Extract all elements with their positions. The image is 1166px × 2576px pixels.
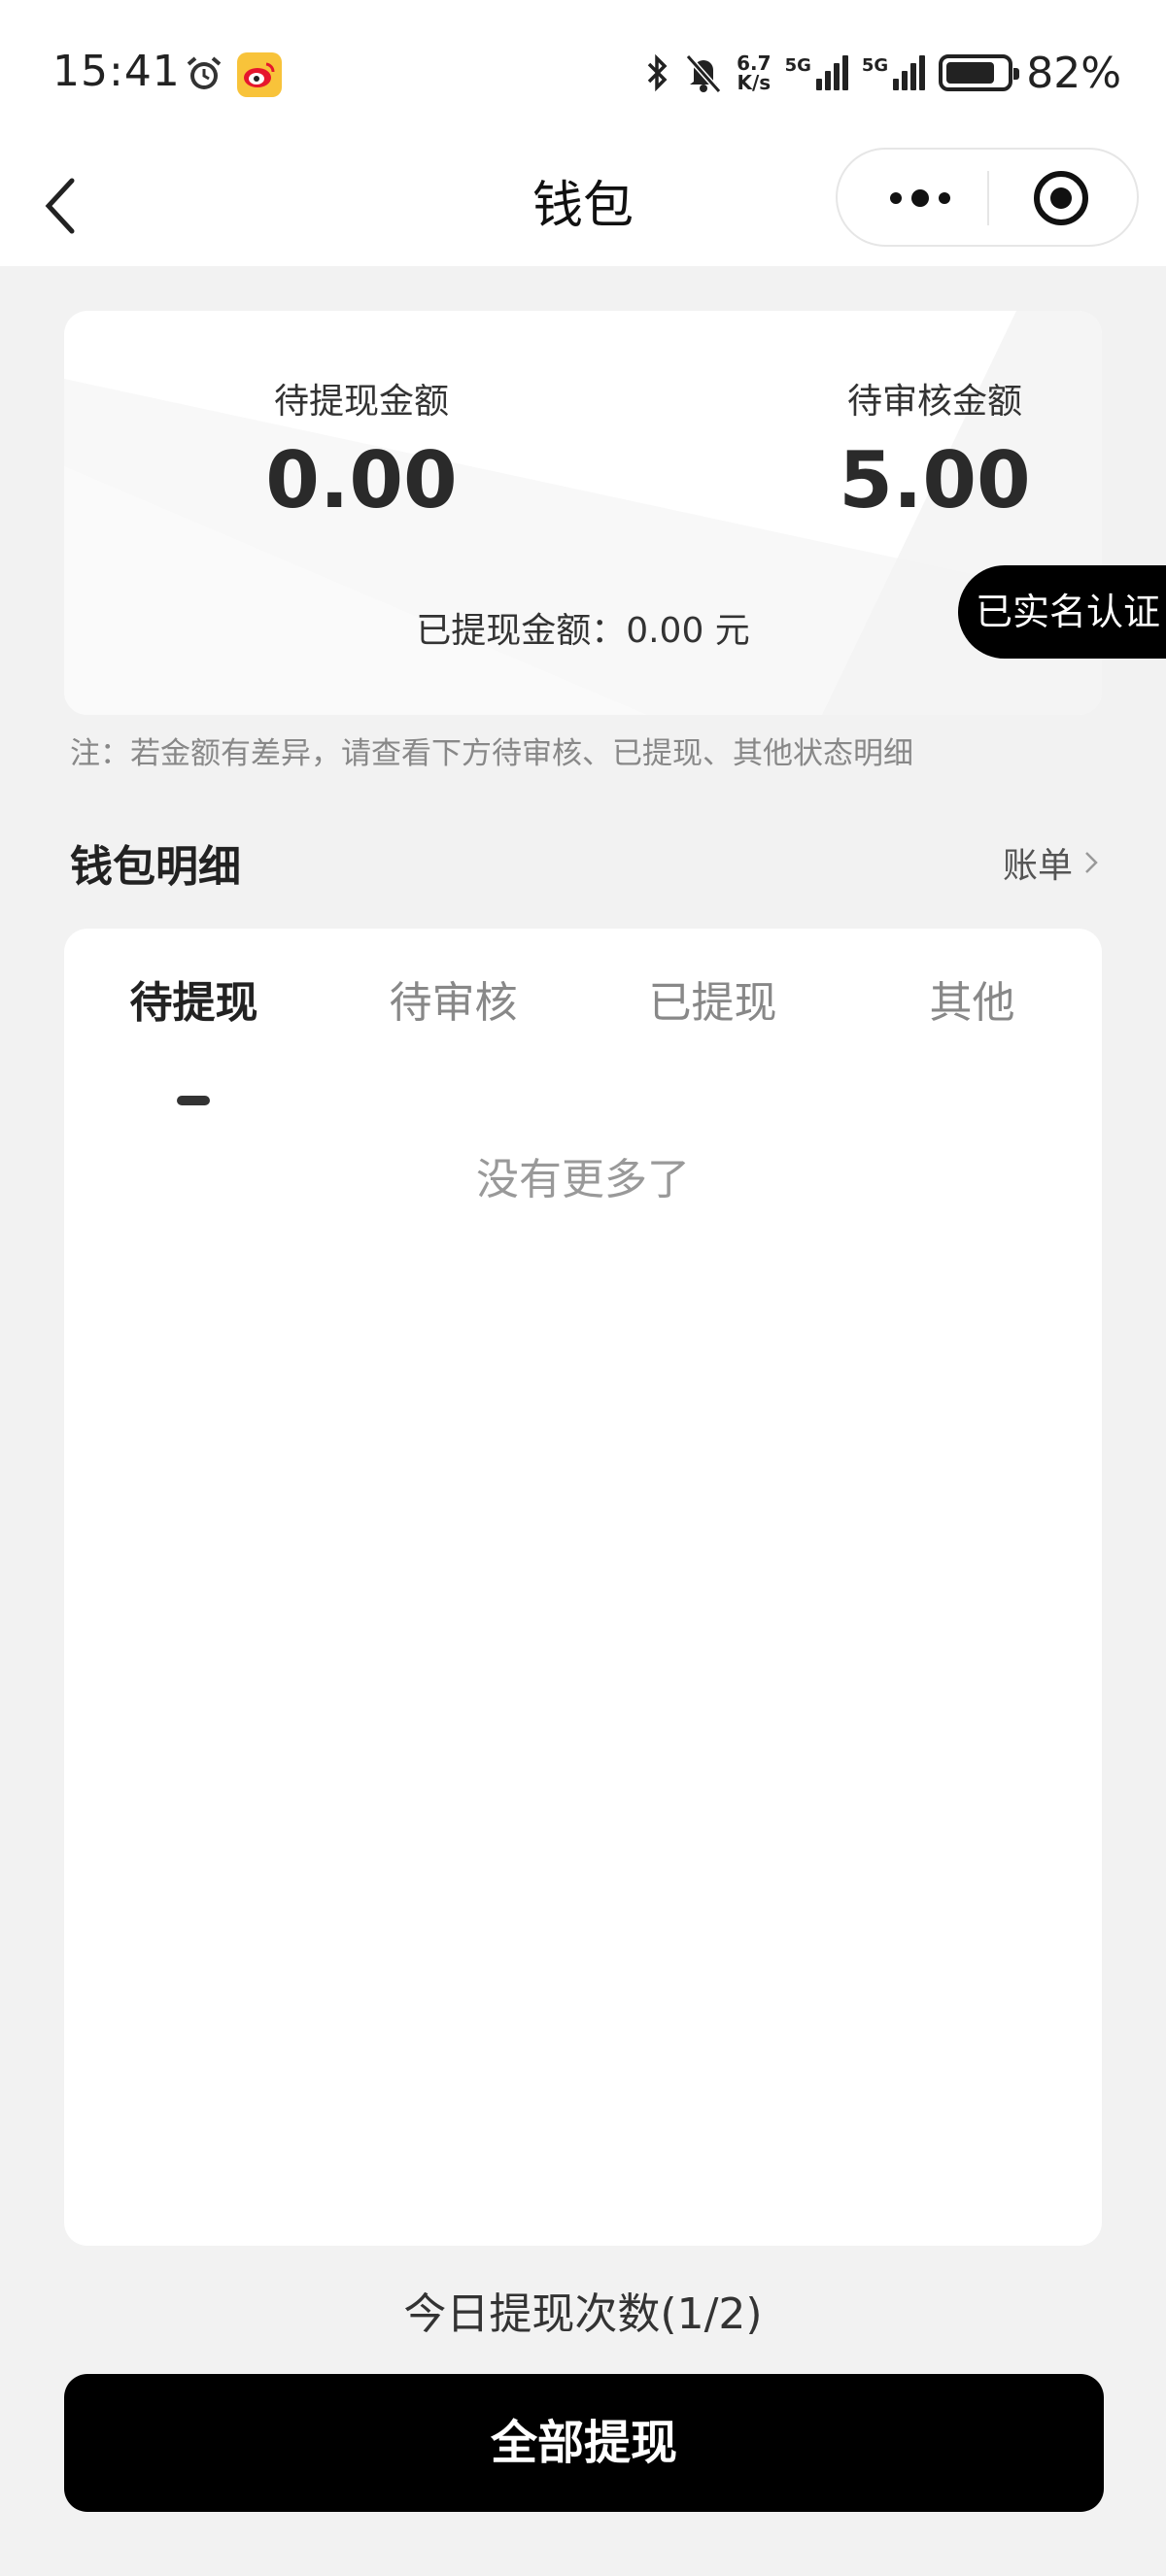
battery-percent: 82% xyxy=(1026,48,1121,98)
wallet-page: 15:41 6.7 K/s 5G 5G 82% 钱包 待提现金额 0.00 待审… xyxy=(0,0,1166,2576)
pending-review-value: 5.00 xyxy=(839,435,1031,525)
tab-pending-review[interactable]: 待审核 xyxy=(324,967,583,1065)
pending-withdraw-label: 待提现金额 xyxy=(273,382,449,422)
signal-icon-2: 5G xyxy=(861,55,926,90)
status-time: 15:41 xyxy=(52,47,181,96)
target-circle-icon[interactable] xyxy=(1032,169,1090,227)
pending-withdraw-block: 待提现金额 0.00 xyxy=(177,373,546,525)
battery-fill xyxy=(946,62,995,84)
detail-tabs: 待提现 待审核 已提现 其他 xyxy=(64,967,1102,1105)
balance-card: 待提现金额 0.00 待审核金额 5.00 已提现金额：0.00 元 xyxy=(64,311,1102,715)
sim1-label: 5G xyxy=(784,55,811,76)
wallet-detail-panel: 待提现 待审核 已提现 其他 没有更多了 xyxy=(64,929,1102,2246)
mute-bell-icon xyxy=(685,54,722,93)
verified-badge[interactable]: 已实名认证 xyxy=(958,565,1166,659)
tab-other[interactable]: 其他 xyxy=(842,967,1102,1065)
pending-withdraw-value: 0.00 xyxy=(265,435,458,525)
bill-link[interactable]: 账单 xyxy=(1003,837,1102,888)
withdrawn-amount: 已提现金额：0.00 元 xyxy=(416,611,750,651)
withdraw-all-button[interactable]: 全部提现 xyxy=(64,2374,1104,2512)
active-tab-indicator xyxy=(177,1096,210,1105)
chevron-right-icon xyxy=(1085,852,1098,873)
capsule-divider xyxy=(987,171,989,225)
weibo-icon xyxy=(237,52,282,97)
tab-label: 其他 xyxy=(929,978,1015,1028)
battery-icon xyxy=(939,54,1020,91)
empty-list-text: 没有更多了 xyxy=(476,1155,690,1204)
tab-label: 待提现 xyxy=(129,978,258,1028)
nav-bar: 钱包 xyxy=(0,146,1166,266)
wallet-detail-title: 钱包明细 xyxy=(70,842,241,892)
tab-label: 已提现 xyxy=(648,978,777,1028)
mini-program-capsule xyxy=(836,148,1139,247)
sim2-label: 5G xyxy=(861,55,889,76)
alarm-icon xyxy=(187,56,222,89)
tab-pending-withdraw[interactable]: 待提现 xyxy=(64,967,324,1105)
today-withdraw-count: 今日提现次数(1/2) xyxy=(403,2289,763,2339)
bill-link-label: 账单 xyxy=(1002,846,1073,886)
signal-icon: 5G xyxy=(785,55,848,90)
net-speed-unit: K/s xyxy=(737,71,772,94)
pending-review-block: 待审核金额 5.00 xyxy=(750,373,1102,525)
pending-review-label: 待审核金额 xyxy=(846,382,1022,422)
status-right-group: 6.7 K/s 5G 5G 82% xyxy=(645,48,1121,98)
bluetooth-icon xyxy=(647,53,668,92)
amount-note: 注：若金额有差异，请查看下方待审核、已提现、其他状态明细 xyxy=(70,736,913,771)
net-speed: 6.7 K/s xyxy=(737,53,771,92)
tab-withdrawn[interactable]: 已提现 xyxy=(583,967,842,1065)
tab-label: 待审核 xyxy=(389,978,518,1028)
status-bar: 15:41 6.7 K/s 5G 5G 82% xyxy=(0,0,1166,146)
net-speed-value: 6.7 xyxy=(737,51,772,75)
more-dots-icon[interactable] xyxy=(867,171,974,225)
